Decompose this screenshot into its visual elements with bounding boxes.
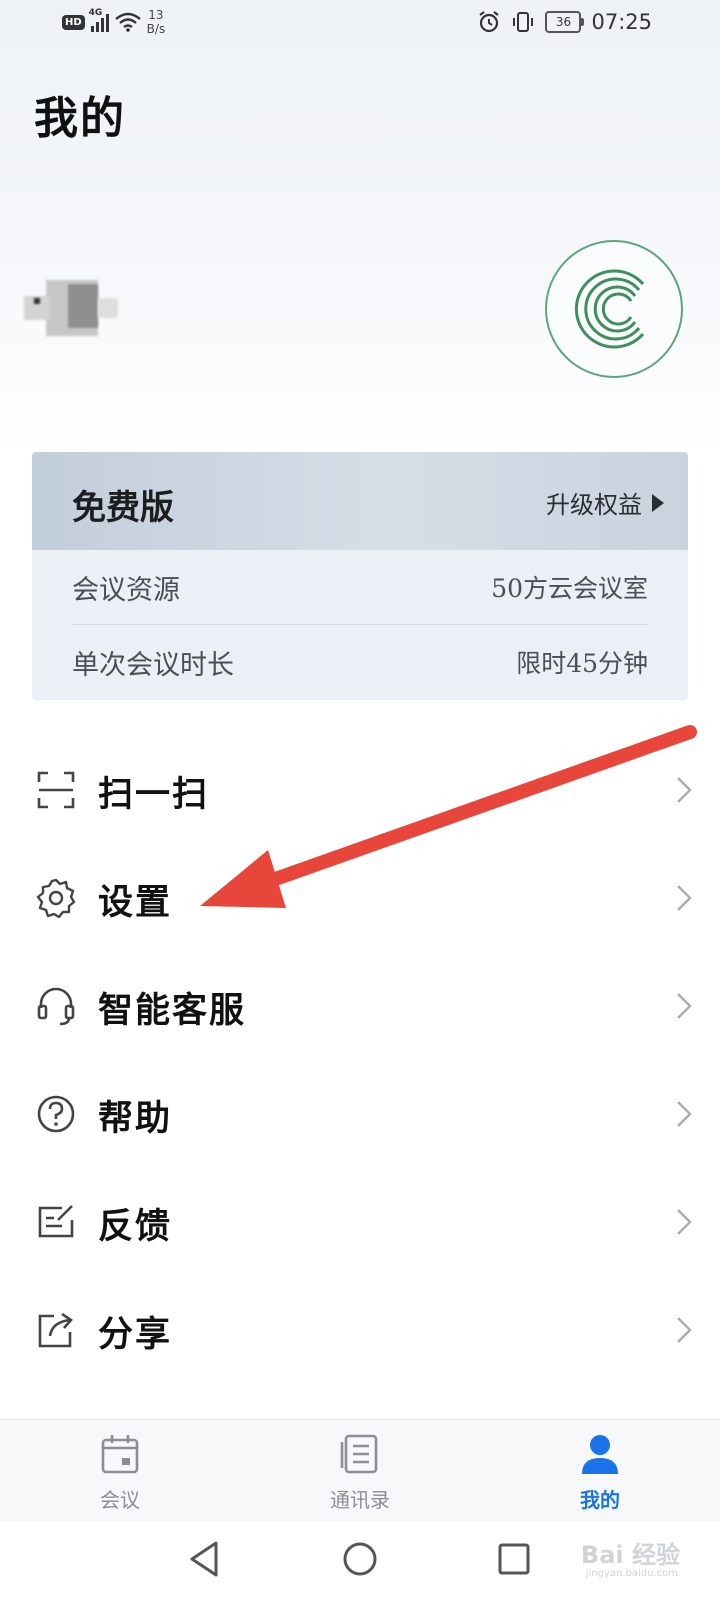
annotation-arrow-icon: [200, 725, 697, 908]
status-bar: HD 4G 13 B/s 36 07:25: [0, 0, 720, 50]
nav-tab-meetings[interactable]: 会议: [70, 1432, 170, 1513]
brand-logo[interactable]: [545, 240, 683, 378]
speed-value: 13: [148, 8, 164, 22]
menu-item-customer-service[interactable]: 智能客服: [0, 952, 720, 1060]
play-arrow-icon: [652, 493, 664, 512]
calendar-icon: [101, 1435, 139, 1474]
network-speed: 13 B/s: [147, 8, 166, 36]
plan-name: 免费版: [72, 488, 174, 528]
watermark: Bai 经验: [580, 1541, 680, 1569]
gear-icon: [36, 878, 76, 918]
page-title: 我的: [34, 93, 126, 144]
nav-tab-contacts[interactable]: 通讯录: [310, 1432, 410, 1513]
plan-row-label: 单次会议时长: [72, 649, 234, 681]
nav-label: 通讯录: [330, 1488, 390, 1512]
home-icon[interactable]: [340, 1539, 380, 1579]
header-background: [0, 0, 720, 460]
brand-logo-icon: [574, 269, 645, 349]
battery-indicator: 36: [545, 11, 585, 33]
scan-icon: [37, 771, 75, 809]
hd-badge: HD: [62, 14, 85, 30]
signal-icon: 4G: [89, 8, 109, 32]
speed-unit: B/s: [146, 22, 166, 36]
chevron-right-icon: [677, 1209, 692, 1235]
menu-item-feedback[interactable]: 反馈: [0, 1168, 720, 1276]
plan-row-duration: 单次会议时长 限时45分钟: [72, 625, 648, 699]
bottom-nav: 会议 通讯录 我的: [0, 1419, 720, 1522]
chevron-right-icon: [677, 1317, 692, 1343]
vibrate-icon: [513, 12, 534, 32]
network-type: 4G: [88, 8, 103, 18]
status-time: 07:25: [591, 10, 652, 34]
menu-item-label: 智能客服: [98, 990, 247, 1031]
watermark-url: jingyan.baidu.com: [585, 1568, 678, 1579]
upgrade-label: 升级权益: [546, 491, 642, 519]
chevron-right-icon: [677, 993, 692, 1019]
plan-row-value: 50方云会议室: [491, 574, 648, 603]
upgrade-button[interactable]: 升级权益: [546, 485, 664, 520]
avatar[interactable]: [24, 262, 120, 354]
menu-item-label: 帮助: [98, 1098, 173, 1139]
back-icon[interactable]: [186, 1539, 226, 1579]
menu-item-label: 反馈: [98, 1206, 173, 1247]
menu-item-label: 设置: [98, 882, 173, 923]
wifi-icon: [114, 12, 141, 32]
feedback-icon: [38, 1205, 74, 1238]
menu-item-help[interactable]: 帮助: [0, 1060, 720, 1168]
plan-card: 免费版 升级权益 会议资源 50方云会议室 单次会议时长 限时45分钟: [32, 452, 688, 700]
person-icon: [582, 1435, 618, 1474]
recents-icon[interactable]: [494, 1539, 534, 1579]
nav-label: 会议: [100, 1488, 140, 1512]
plan-row-label: 会议资源: [72, 574, 180, 606]
help-icon: [37, 1095, 75, 1133]
headset-icon: [37, 987, 75, 1026]
plan-row-resources: 会议资源 50方云会议室: [72, 550, 648, 625]
nav-tab-me[interactable]: 我的: [550, 1432, 650, 1513]
share-icon: [38, 1312, 73, 1348]
menu-item-label: 分享: [98, 1314, 173, 1355]
chevron-right-icon: [677, 1101, 692, 1127]
nav-label: 我的: [580, 1488, 620, 1512]
alarm-icon: [479, 11, 500, 33]
contacts-icon: [340, 1434, 378, 1474]
menu-item-share[interactable]: 分享: [0, 1276, 720, 1384]
plan-row-value: 限时45分钟: [516, 649, 648, 678]
plan-header: 免费版 升级权益: [32, 452, 688, 550]
